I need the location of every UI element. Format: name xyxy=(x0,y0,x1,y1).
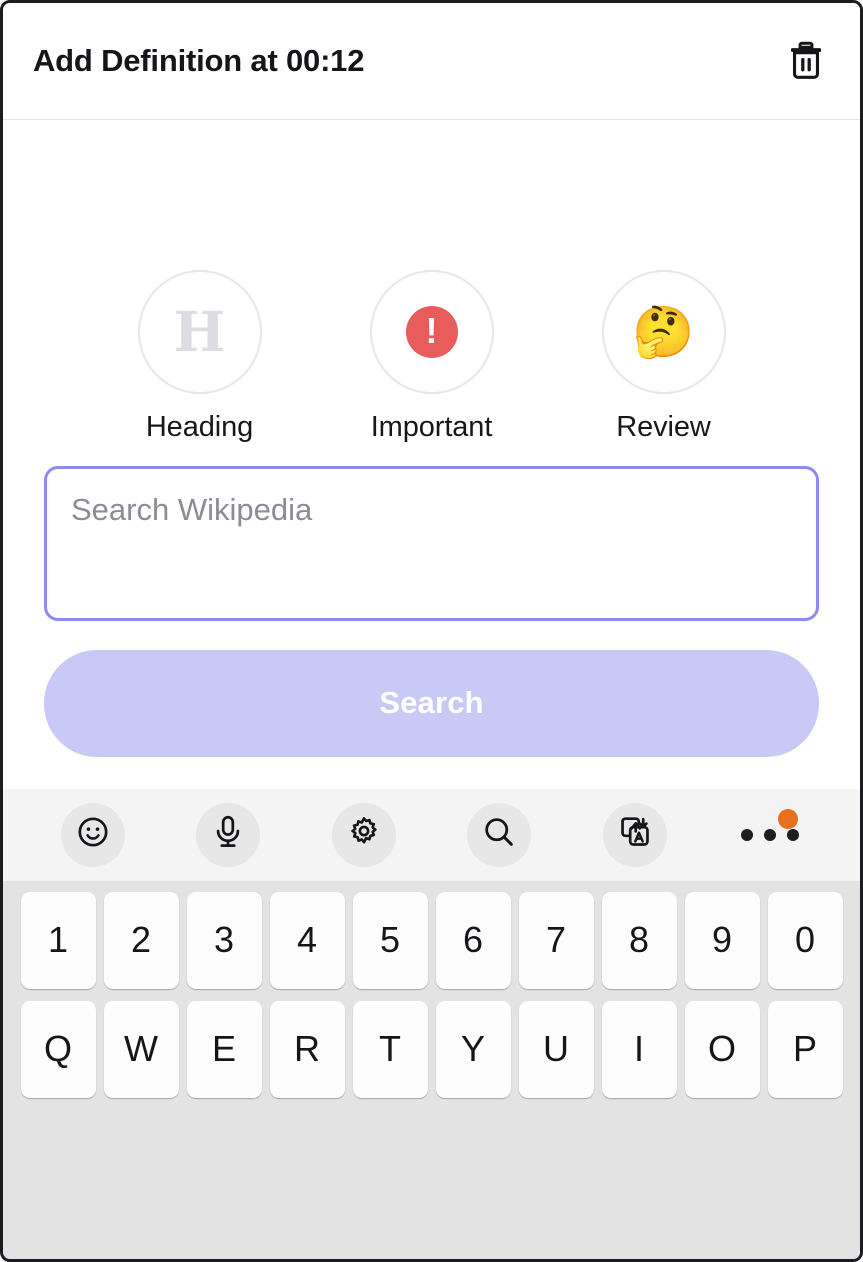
key-1[interactable]: 1 xyxy=(20,891,96,989)
app-window: Add Definition at 00:12 H Heading ! Impo… xyxy=(0,0,863,1262)
app-header: Add Definition at 00:12 xyxy=(3,3,860,120)
key-T[interactable]: T xyxy=(352,1000,428,1098)
quick-action-important-label: Important xyxy=(370,410,493,443)
thinking-face-icon: 🤔 xyxy=(632,303,695,360)
key-W[interactable]: W xyxy=(103,1000,179,1098)
page-title: Add Definition at 00:12 xyxy=(33,43,365,78)
more-options-button[interactable] xyxy=(738,803,802,867)
delete-button[interactable] xyxy=(780,35,832,87)
quick-action-heading-label: Heading xyxy=(145,410,254,443)
key-0[interactable]: 0 xyxy=(767,891,843,989)
settings-button[interactable] xyxy=(331,802,396,867)
quick-action-review[interactable]: 🤔 Review xyxy=(601,269,726,444)
trash-icon xyxy=(789,41,823,82)
search-icon xyxy=(482,815,516,854)
microphone-button[interactable] xyxy=(196,802,261,867)
important-circle: ! xyxy=(369,269,494,394)
search-button[interactable]: Search xyxy=(44,649,819,757)
key-U[interactable]: U xyxy=(518,1000,594,1098)
keyboard-toolbar xyxy=(3,788,860,881)
key-8[interactable]: 8 xyxy=(601,891,677,989)
more-icon xyxy=(741,828,800,841)
heading-h-icon: H xyxy=(173,299,226,364)
quick-action-important[interactable]: ! Important xyxy=(369,269,494,444)
microphone-icon xyxy=(212,815,244,854)
key-5[interactable]: 5 xyxy=(352,891,428,989)
key-3[interactable]: 3 xyxy=(186,891,262,989)
key-O[interactable]: O xyxy=(684,1000,760,1098)
key-E[interactable]: E xyxy=(186,1000,262,1098)
keyboard-row-numbers: 1234567890 xyxy=(9,891,854,989)
key-2[interactable]: 2 xyxy=(103,891,179,989)
translate-icon xyxy=(618,815,652,854)
keyboard-row-letters: QWERTYUIOP xyxy=(9,1000,854,1098)
review-circle: 🤔 xyxy=(601,269,726,394)
key-I[interactable]: I xyxy=(601,1000,677,1098)
translate-button[interactable] xyxy=(602,802,667,867)
key-7[interactable]: 7 xyxy=(518,891,594,989)
heading-circle: H xyxy=(137,269,262,394)
important-alert-icon: ! xyxy=(405,305,458,358)
gear-icon xyxy=(347,815,381,854)
emoji-button[interactable] xyxy=(60,802,125,867)
notification-badge-icon xyxy=(778,808,799,829)
quick-action-heading[interactable]: H Heading xyxy=(137,269,262,444)
main-content: H Heading ! Important 🤔 Review Search Wi… xyxy=(3,120,860,789)
key-R[interactable]: R xyxy=(269,1000,345,1098)
key-9[interactable]: 9 xyxy=(684,891,760,989)
key-4[interactable]: 4 xyxy=(269,891,345,989)
key-Y[interactable]: Y xyxy=(435,1000,511,1098)
keyboard-search-button[interactable] xyxy=(467,802,532,867)
search-input[interactable] xyxy=(44,465,819,621)
emoji-icon xyxy=(76,815,110,854)
key-6[interactable]: 6 xyxy=(435,891,511,989)
key-Q[interactable]: Q xyxy=(20,1000,96,1098)
keyboard-keys: 1234567890 QWERTYUIOP xyxy=(3,880,860,1259)
search-field-wrapper xyxy=(3,465,860,626)
quick-action-review-label: Review xyxy=(616,410,711,443)
key-P[interactable]: P xyxy=(767,1000,843,1098)
quick-actions-row: H Heading ! Important 🤔 Review xyxy=(3,269,860,444)
